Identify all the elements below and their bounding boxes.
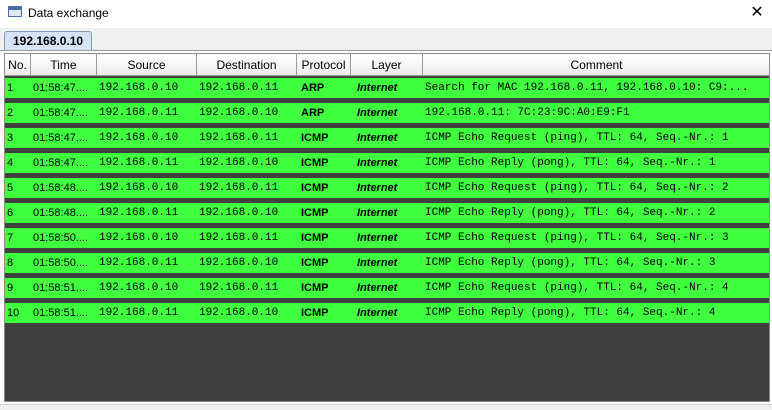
cell-source: 192.168.0.11 (99, 207, 179, 219)
cell-time: 01:58:48.... (33, 182, 89, 194)
cell-protocol: ICMP (301, 282, 329, 294)
cell-comment: ICMP Echo Request (ping), TTL: 64, Seq.-… (425, 232, 729, 244)
table-row[interactable]: 2 01:58:47.... 192.168.0.11 192.168.0.10 ARP… (5, 103, 769, 123)
cell-layer: Internet (357, 132, 398, 144)
cell-no: 8 (7, 257, 14, 269)
table-row[interactable]: 5 01:58:48.... 192.168.0.10 192.168.0.11 ICM… (5, 178, 769, 198)
cell-time: 01:58:48.... (33, 207, 89, 219)
cell-layer: Internet (357, 307, 398, 319)
cell-comment: ICMP Echo Request (ping), TTL: 64, Seq.-… (425, 132, 729, 144)
cell-time: 01:58:51.... (33, 282, 89, 294)
cell-time: 01:58:50.... (33, 232, 89, 244)
cell-layer: Internet (357, 207, 398, 219)
cell-time: 01:58:47.... (33, 157, 89, 169)
cell-source: 192.168.0.10 (99, 282, 179, 294)
cell-destination: 192.168.0.10 (199, 257, 279, 269)
cell-layer: Internet (357, 82, 398, 94)
cell-no: 5 (7, 182, 14, 194)
tab-host[interactable]: 192.168.0.10 (4, 31, 93, 50)
cell-protocol: ICMP (301, 132, 329, 144)
window-title: Data exchange (28, 6, 109, 20)
cell-comment: ICMP Echo Request (ping), TTL: 64, Seq.-… (425, 182, 729, 194)
cell-protocol: ICMP (301, 182, 329, 194)
cell-source: 192.168.0.11 (99, 157, 179, 169)
cell-no: 10 (7, 307, 20, 319)
table-row[interactable]: 4 01:58:47.... 192.168.0.11 192.168.0.10 ICM… (5, 153, 769, 173)
cell-destination: 192.168.0.11 (199, 232, 279, 244)
cell-protocol: ARP (301, 82, 325, 94)
cell-comment: Search for MAC 192.168.0.11, 192.168.0.1… (425, 82, 749, 94)
cell-destination: 192.168.0.11 (199, 182, 279, 194)
status-bar (0, 404, 772, 410)
cell-no: 7 (7, 232, 14, 244)
cell-destination: 192.168.0.10 (199, 207, 279, 219)
column-header-destination[interactable]: Destination (197, 54, 297, 76)
cell-destination: 192.168.0.11 (199, 82, 279, 94)
table-row[interactable]: 7 01:58:50.... 192.168.0.10 192.168.0.11 ICM… (5, 228, 769, 248)
cell-protocol: ICMP (301, 232, 329, 244)
column-header-protocol[interactable]: Protocol (297, 54, 351, 76)
cell-no: 2 (7, 107, 14, 119)
column-header-source[interactable]: Source (97, 54, 197, 76)
cell-protocol: ICMP (301, 257, 329, 269)
cell-protocol: ARP (301, 107, 325, 119)
cell-no: 6 (7, 207, 14, 219)
cell-time: 01:58:47.... (33, 82, 89, 94)
cell-no: 3 (7, 132, 14, 144)
cell-source: 192.168.0.11 (99, 307, 179, 319)
cell-destination: 192.168.0.10 (199, 307, 279, 319)
table-row[interactable]: 10 01:58:51.... 192.168.0.11 192.168.0.10 IC… (5, 303, 769, 323)
cell-protocol: ICMP (301, 307, 329, 319)
cell-no: 9 (7, 282, 14, 294)
cell-layer: Internet (357, 282, 398, 294)
close-button[interactable]: ✕ (746, 2, 768, 24)
cell-source: 192.168.0.10 (99, 82, 179, 94)
table-row[interactable]: 6 01:58:48.... 192.168.0.11 192.168.0.10 ICM… (5, 203, 769, 223)
cell-source: 192.168.0.10 (99, 132, 179, 144)
cell-layer: Internet (357, 182, 398, 194)
table-row[interactable]: 3 01:58:47.... 192.168.0.10 192.168.0.11 ICM… (5, 128, 769, 148)
cell-layer: Internet (357, 232, 398, 244)
cell-destination: 192.168.0.10 (199, 107, 279, 119)
cell-time: 01:58:47.... (33, 107, 89, 119)
cell-protocol: ICMP (301, 157, 329, 169)
cell-time: 01:58:51.... (33, 307, 89, 319)
cell-layer: Internet (357, 107, 398, 119)
column-header-time[interactable]: Time (31, 54, 97, 76)
cell-destination: 192.168.0.10 (199, 157, 279, 169)
column-header-layer[interactable]: Layer (351, 54, 423, 76)
cell-layer: Internet (357, 157, 398, 169)
column-header-comment[interactable]: Comment (423, 54, 769, 76)
cell-comment: ICMP Echo Reply (pong), TTL: 64, Seq.-Nr… (425, 257, 716, 269)
tab-strip: 192.168.0.10 (0, 28, 772, 51)
cell-destination: 192.168.0.11 (199, 132, 279, 144)
cell-source: 192.168.0.10 (99, 232, 179, 244)
cell-no: 4 (7, 157, 14, 169)
cell-comment: ICMP Echo Request (ping), TTL: 64, Seq.-… (425, 282, 729, 294)
cell-protocol: ICMP (301, 207, 329, 219)
table-header: No. Time Source Destination Protocol Lay… (5, 54, 769, 76)
cell-comment: ICMP Echo Reply (pong), TTL: 64, Seq.-Nr… (425, 157, 716, 169)
column-header-no[interactable]: No. (5, 54, 31, 76)
table-row[interactable]: 8 01:58:50.... 192.168.0.11 192.168.0.10 ICM… (5, 253, 769, 273)
cell-time: 01:58:50.... (33, 257, 89, 269)
cell-comment: ICMP Echo Reply (pong), TTL: 64, Seq.-Nr… (425, 307, 716, 319)
cell-source: 192.168.0.11 (99, 257, 179, 269)
cell-source: 192.168.0.10 (99, 182, 179, 194)
cell-layer: Internet (357, 257, 398, 269)
title-bar: Data exchange ✕ (0, 0, 772, 28)
cell-time: 01:58:47.... (33, 132, 89, 144)
cell-no: 1 (7, 82, 14, 94)
table-row[interactable]: 1 01:58:47.... 192.168.0.10 192.168.0.11 ARP… (5, 78, 769, 98)
cell-comment: 192.168.0.11: 7C:23:9C:A0:E9:F1 (425, 107, 630, 119)
window-icon (8, 6, 22, 17)
table-row[interactable]: 9 01:58:51.... 192.168.0.10 192.168.0.11 ICM… (5, 278, 769, 298)
cell-destination: 192.168.0.11 (199, 282, 279, 294)
cell-source: 192.168.0.11 (99, 107, 179, 119)
packet-table: No. Time Source Destination Protocol Lay… (4, 53, 770, 402)
cell-comment: ICMP Echo Reply (pong), TTL: 64, Seq.-Nr… (425, 207, 716, 219)
